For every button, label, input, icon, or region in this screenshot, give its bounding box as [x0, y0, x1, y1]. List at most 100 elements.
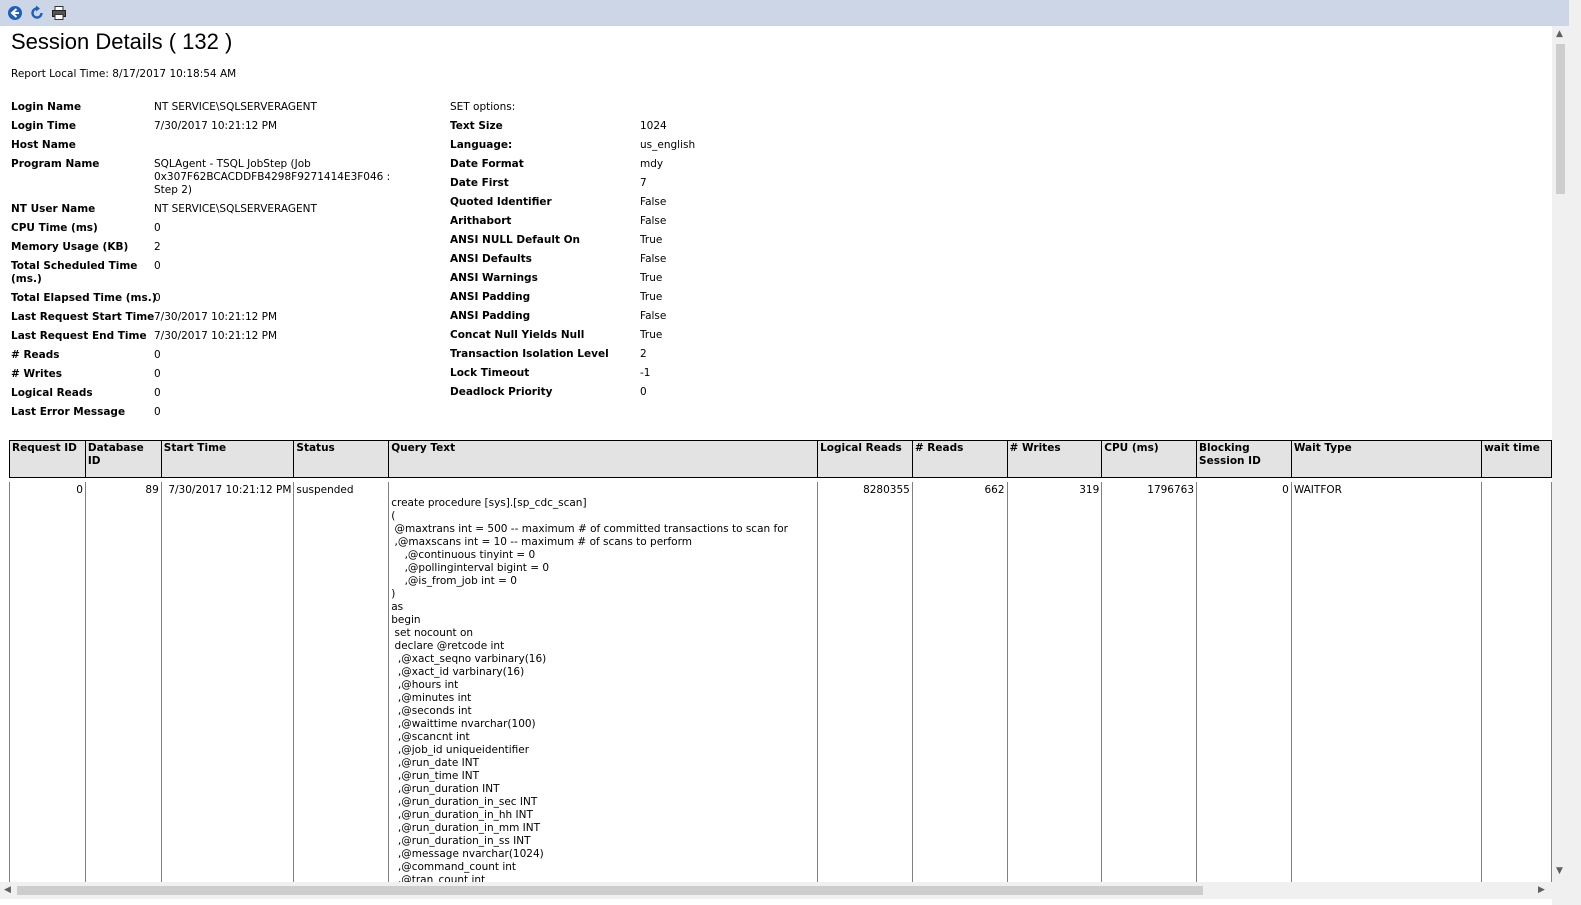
request-id-cell: 0	[9, 482, 86, 882]
session-value: 0	[154, 368, 161, 380]
query-text-line: begin	[391, 614, 421, 626]
refresh-icon[interactable]	[29, 5, 45, 21]
vertical-scroll-thumb[interactable]	[1556, 44, 1565, 194]
table-header-row: Request ID Database ID Start Time Status…	[9, 440, 1552, 478]
query-text-line: ,@run_duration_in_sec INT	[391, 796, 538, 808]
query-text-line: ,@job_id uniqueidentifier	[391, 744, 530, 756]
vertical-scrollbar[interactable]: ▲ ▼	[1552, 26, 1569, 882]
column-header[interactable]: Blocking Session ID	[1196, 440, 1292, 478]
set-option-label: ANSI NULL Default On	[450, 234, 581, 246]
column-header[interactable]: wait time	[1481, 440, 1552, 478]
cpu-cell: 1796763	[1101, 482, 1198, 882]
set-option-value: True	[640, 234, 663, 246]
set-option-value: False	[640, 310, 667, 322]
session-value: 7/30/2017 10:21:12 PM	[154, 330, 278, 342]
session-value: 0	[154, 349, 161, 361]
column-header[interactable]: CPU (ms)	[1101, 440, 1198, 478]
logical-reads-cell: 8280355	[817, 482, 913, 882]
query-text-line: ,@run_date INT	[391, 757, 479, 769]
set-option-value: us_english	[640, 139, 696, 151]
column-header[interactable]: Query Text	[388, 440, 819, 478]
set-option-label: ANSI Defaults	[450, 253, 532, 265]
report-local-time: Report Local Time: 8/17/2017 10:18:54 AM	[11, 68, 237, 80]
status-cell: suspended	[293, 482, 390, 882]
set-option-value: -1	[640, 367, 651, 379]
wait-time-cell	[1481, 482, 1552, 882]
session-value: NT SERVICE\SQLSERVERAGENT	[154, 203, 317, 215]
set-option-label: Text Size	[450, 120, 503, 132]
session-label: Last Request Start Time	[11, 311, 155, 323]
database-id-cell: 89	[84, 482, 162, 882]
writes-cell: 319	[1006, 482, 1103, 882]
query-text-line: ,@run_duration_in_hh INT	[391, 809, 533, 821]
back-icon[interactable]	[7, 5, 23, 21]
scroll-right-icon[interactable]: ▶	[1538, 885, 1545, 895]
query-text-line: ,@maxscans int = 10 -- maximum # of scan…	[391, 536, 692, 548]
query-text-line: ,@waittime nvarchar(100)	[391, 718, 536, 730]
column-header[interactable]: # Writes	[1006, 440, 1103, 478]
set-option-label: Date First	[450, 177, 509, 189]
query-text-line: ,@xact_id varbinary(16)	[391, 666, 525, 678]
query-text-cell: create procedure [sys].[sp_cdc_scan]( @m…	[388, 482, 819, 882]
set-option-label: Concat Null Yields Null	[450, 329, 585, 341]
query-text-line: (	[391, 510, 396, 522]
set-option-label: ANSI Padding	[450, 291, 531, 303]
scroll-left-icon[interactable]: ◀	[4, 885, 11, 895]
report-body: Session Details ( 132 ) Report Local Tim…	[0, 26, 1552, 882]
set-option-value: 7	[640, 177, 647, 189]
set-option-label: Date Format	[450, 158, 524, 170]
set-options-title: SET options:	[450, 101, 516, 113]
set-option-value: False	[640, 215, 667, 227]
session-value: 0	[154, 222, 161, 234]
print-icon[interactable]	[51, 5, 67, 21]
set-option-value: 2	[640, 348, 647, 360]
set-option-label: Arithabort	[450, 215, 512, 227]
session-value: NT SERVICE\SQLSERVERAGENT	[154, 101, 317, 113]
column-header[interactable]: Logical Reads	[817, 440, 913, 478]
session-value: Step 2)	[154, 184, 193, 196]
query-text-line: ,@message nvarchar(1024)	[391, 848, 544, 860]
query-text-line: ,@seconds int	[391, 705, 472, 717]
session-label: Total Elapsed Time (ms.)	[11, 292, 157, 304]
column-header[interactable]: Request ID	[9, 440, 86, 478]
query-text-line: ,@xact_seqno varbinary(16)	[391, 653, 547, 665]
column-header[interactable]: Start Time	[160, 440, 295, 478]
horizontal-scrollbar[interactable]: ◀ ▶	[0, 882, 1552, 899]
set-option-label: Language:	[450, 139, 513, 151]
requests-table: Request ID Database ID Start Time Status…	[9, 440, 1552, 882]
query-text-line: ,@minutes int	[391, 692, 472, 704]
session-label: Last Error Message	[11, 406, 126, 418]
session-value: 0	[154, 387, 161, 399]
page-title: Session Details ( 132 )	[11, 29, 233, 54]
reads-cell: 662	[911, 482, 1008, 882]
session-label: Last Request End Time	[11, 330, 147, 342]
set-option-label: Deadlock Priority	[450, 386, 553, 398]
report-toolbar	[0, 0, 1581, 27]
session-label: CPU Time (ms)	[11, 222, 98, 234]
column-header[interactable]: Wait Type	[1290, 440, 1483, 478]
session-label: # Writes	[11, 368, 63, 380]
query-text-line: declare @retcode int	[391, 640, 505, 652]
query-text-line: ,@pollinginterval bigint = 0	[391, 562, 550, 574]
query-text-line: )	[391, 588, 396, 600]
session-label: Memory Usage (KB)	[11, 241, 129, 253]
set-option-value: 1024	[640, 120, 667, 132]
session-value: SQLAgent - TSQL JobStep (Job	[154, 158, 311, 170]
session-value: 2	[154, 241, 161, 253]
set-option-label: ANSI Padding	[450, 310, 531, 322]
session-value: 0	[154, 292, 161, 304]
window-edge	[1569, 0, 1581, 905]
set-option-label: Lock Timeout	[450, 367, 530, 379]
wait-type-cell: WAITFOR	[1290, 482, 1483, 882]
set-option-value: mdy	[640, 158, 664, 170]
column-header[interactable]: Status	[293, 440, 390, 478]
scroll-down-icon[interactable]: ▼	[1556, 866, 1563, 876]
session-value: 0x307F62BCACDDFB4298F9271414E3F046 :	[154, 171, 391, 183]
scroll-up-icon[interactable]: ▲	[1556, 29, 1563, 39]
column-header[interactable]: Database ID	[84, 440, 162, 478]
column-header[interactable]: # Reads	[911, 440, 1008, 478]
query-text-line: ,@command_count int	[391, 861, 517, 873]
session-value: 0	[154, 260, 161, 272]
query-text-line: ,@run_time INT	[391, 770, 480, 782]
horizontal-scroll-thumb[interactable]	[17, 886, 1203, 895]
